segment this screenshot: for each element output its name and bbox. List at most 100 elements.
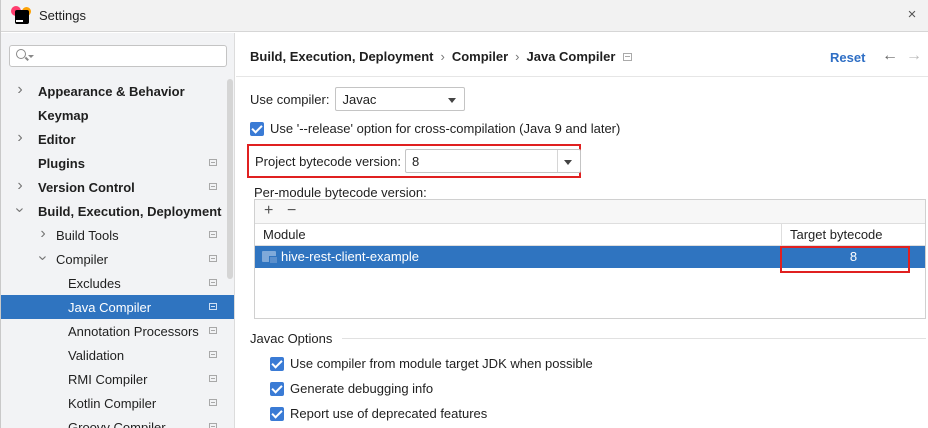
reset-link[interactable]: Reset [830, 50, 865, 65]
sidebar-item-plugins[interactable]: Plugins [1, 151, 234, 175]
search-history-icon[interactable] [28, 55, 34, 58]
sidebar-item-label: Groovy Compiler [68, 419, 166, 428]
sidebar-item-label: Java Compiler [68, 299, 152, 315]
project-level-icon [209, 375, 217, 382]
settings-content: Build, Execution, Deployment › Compiler … [236, 33, 928, 428]
sidebar-item-compiler[interactable]: Compiler [1, 247, 234, 271]
sidebar-item-label: Plugins [38, 155, 85, 171]
project-level-icon [209, 183, 217, 190]
bytecode-version-row: Project bytecode version: 8 [255, 149, 581, 173]
project-level-icon [209, 351, 217, 358]
javac-options-section: Javac Options [250, 331, 926, 346]
sidebar-item-version-control[interactable]: Version Control [1, 175, 234, 199]
sidebar-item-kotlin-compiler[interactable]: Kotlin Compiler [1, 391, 234, 415]
sidebar-item-label: Excludes [68, 275, 121, 291]
sidebar-item-label: Editor [38, 131, 76, 147]
project-level-icon [209, 279, 217, 286]
sidebar-item-label: Compiler [56, 251, 109, 267]
chevron-right-icon[interactable] [15, 182, 25, 192]
use-compiler-row: Use compiler: Javac [250, 87, 466, 111]
project-level-icon [209, 303, 217, 310]
sidebar-item-label: Version Control [38, 179, 135, 195]
per-module-row: Per-module bytecode version: [254, 185, 427, 200]
settings-sidebar: Appearance & Behavior Keymap Editor Plug… [1, 33, 235, 428]
column-header-target[interactable]: Target bytecode version [782, 224, 925, 264]
project-level-icon [209, 327, 217, 334]
window-title: Settings [39, 8, 86, 23]
compiler-select-value: Javac [342, 91, 377, 107]
chevron-right-icon[interactable] [15, 86, 25, 96]
option-checkbox[interactable] [270, 406, 284, 421]
module-icon [262, 251, 278, 264]
project-level-icon [623, 52, 633, 61]
sidebar-item-label: Validation [68, 347, 125, 363]
search-icon [16, 49, 26, 59]
intellij-app-icon [11, 5, 31, 24]
project-level-icon [209, 159, 217, 166]
bytecode-version-value: 8 [411, 153, 420, 169]
option-row: Generate debugging info [270, 381, 433, 396]
bytecode-version-select[interactable]: 8 [404, 149, 581, 173]
chevron-right-icon[interactable] [15, 134, 25, 144]
back-arrow-icon[interactable]: ← [882, 47, 898, 65]
sidebar-item-excludes[interactable]: Excludes [1, 271, 234, 295]
sidebar-item-validation[interactable]: Validation [1, 343, 234, 367]
project-level-icon [209, 231, 217, 238]
close-icon[interactable]: × [905, 7, 919, 22]
add-icon[interactable]: + [264, 202, 273, 220]
bytecode-version-label: Project bytecode version: [255, 153, 401, 169]
sidebar-item-label: RMI Compiler [68, 371, 148, 387]
chevron-right-icon[interactable] [38, 230, 48, 240]
breadcrumb: Build, Execution, Deployment › Compiler … [250, 49, 633, 64]
module-name: hive-rest-client-example [281, 249, 419, 264]
search-input[interactable] [9, 45, 227, 67]
sidebar-item-groovy-compiler[interactable]: Groovy Compiler [1, 415, 234, 428]
sidebar-item-label: Build Tools [56, 227, 119, 243]
release-option-checkbox[interactable] [250, 121, 264, 136]
sidebar-item-appearance-behavior[interactable]: Appearance & Behavior [1, 79, 234, 103]
sidebar-item-rmi-compiler[interactable]: RMI Compiler [1, 367, 234, 391]
sidebar-item-editor[interactable]: Editor [1, 127, 234, 151]
release-option-row: Use '--release' option for cross-compila… [250, 121, 620, 136]
option-label: Use compiler from module target JDK when… [290, 356, 593, 371]
project-level-icon [209, 255, 217, 262]
project-level-icon [209, 399, 217, 406]
settings-window: Settings × Appearance & Behavior Keymap … [0, 0, 928, 428]
chevron-down-icon [448, 98, 457, 103]
chevron-down-icon[interactable] [38, 254, 48, 264]
chevron-down-icon [563, 160, 572, 165]
sidebar-item-java-compiler[interactable]: Java Compiler [1, 295, 234, 319]
settings-tree: Appearance & Behavior Keymap Editor Plug… [1, 79, 234, 428]
highlight-box [780, 246, 910, 273]
sidebar-item-build-execution-deployment[interactable]: Build, Execution, Deployment [1, 199, 234, 223]
sidebar-item-label: Build, Execution, Deployment [38, 203, 222, 219]
option-row: Report use of deprecated features [270, 406, 487, 421]
section-title: Javac Options [250, 331, 333, 346]
breadcrumb-item: Java Compiler [526, 49, 616, 64]
option-row: Use compiler from module target JDK when… [270, 356, 593, 371]
chevron-down-icon[interactable] [15, 206, 25, 216]
breadcrumb-item: Build, Execution, Deployment [250, 49, 434, 64]
forward-arrow-icon[interactable]: → [906, 47, 922, 65]
sidebar-item-keymap[interactable]: Keymap [1, 103, 234, 127]
sidebar-item-label: Keymap [38, 107, 89, 123]
sidebar-item-label: Annotation Processors [68, 323, 199, 339]
section-divider [342, 338, 926, 339]
per-module-label: Per-module bytecode version: [254, 185, 427, 200]
option-checkbox[interactable] [270, 356, 284, 371]
breadcrumb-item: Compiler [451, 49, 509, 64]
option-checkbox[interactable] [270, 381, 284, 396]
remove-icon[interactable]: − [287, 202, 296, 220]
content-header: Build, Execution, Deployment › Compiler … [236, 33, 928, 77]
option-label: Report use of deprecated features [290, 406, 488, 421]
option-label: Generate debugging info [290, 381, 434, 396]
table-toolbar: + − [255, 200, 925, 224]
compiler-select[interactable]: Javac [335, 87, 466, 111]
sidebar-item-label: Kotlin Compiler [68, 395, 157, 411]
sidebar-scrollbar[interactable] [227, 79, 233, 279]
sidebar-item-annotation-processors[interactable]: Annotation Processors [1, 319, 234, 343]
project-level-icon [209, 423, 217, 428]
column-header-module[interactable]: Module [255, 224, 782, 246]
breadcrumb-separator: › [440, 49, 445, 64]
sidebar-item-build-tools[interactable]: Build Tools [1, 223, 234, 247]
